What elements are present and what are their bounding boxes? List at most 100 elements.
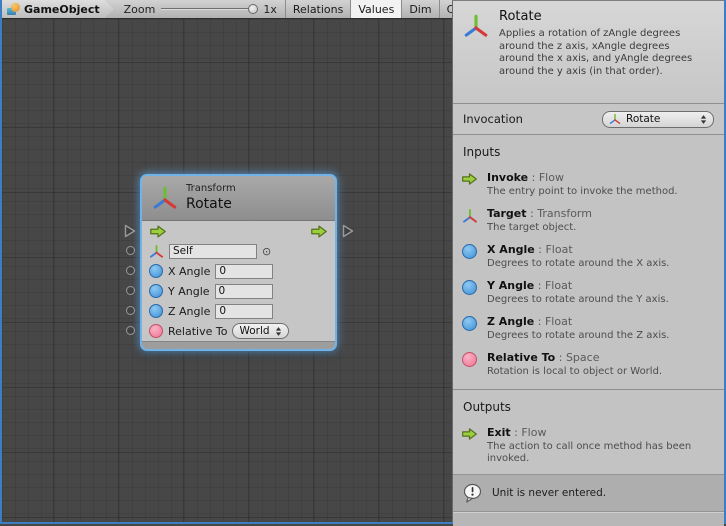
target-row: ⊙ (149, 241, 328, 261)
z-angle-input[interactable] (215, 304, 273, 319)
x-angle-port-icon[interactable] (149, 264, 163, 278)
relative-to-value: World (239, 325, 269, 337)
inputs-heading: Inputs (463, 145, 716, 159)
node-body: ⊙ X Angle Y Angle Z Angle (142, 221, 335, 341)
breadcrumb-gameobject[interactable]: GameObject (2, 0, 114, 18)
toolbar-button-values[interactable]: Values (350, 0, 401, 18)
port-type: Space (566, 351, 600, 364)
relative-to-port-icon[interactable] (149, 324, 163, 338)
dropdown-updown-icon (275, 326, 282, 337)
gameobject-icon (7, 3, 20, 16)
relative-to-label: Relative To (168, 325, 227, 338)
port-name: Target (487, 207, 527, 220)
colon: : (559, 351, 563, 364)
input-row-invoke: Invoke : Flow The entry point to invoke … (461, 171, 716, 198)
zoom-slider[interactable] (161, 4, 257, 14)
port-name: Y Angle (487, 279, 534, 292)
outputs-heading: Outputs (463, 400, 716, 414)
port-name: X Angle (487, 243, 535, 256)
relative-to-row: Relative To World (149, 321, 328, 341)
port-name: Invoke (487, 171, 528, 184)
port-name: Exit (487, 426, 511, 439)
input-row-z-angle: Z Angle : Float Degrees to rotate around… (461, 315, 716, 342)
flow-arrow-icon (461, 427, 478, 441)
node-header[interactable]: Transform Rotate (142, 176, 335, 221)
flow-row (149, 221, 328, 241)
exit-flow-port-icon[interactable] (310, 224, 328, 239)
bolt-graph-window: GameObject Zoom 1x Relations Values Dim … (0, 0, 726, 524)
z-angle-label: Z Angle (168, 305, 210, 318)
graph-canvas[interactable]: Transform Rotate (2, 19, 452, 522)
external-relative-to-port[interactable] (126, 326, 135, 335)
transform-axes-icon (152, 185, 178, 211)
unit-inspector-panel: Rotate Applies a rotation of zAngle degr… (452, 0, 724, 522)
invocation-value: Rotate (626, 113, 660, 125)
invocation-dropdown[interactable]: Rotate (602, 111, 714, 128)
port-description: Degrees to rotate around the X axis. (487, 258, 670, 270)
inputs-section: Inputs Invoke : Flow The entry point to … (453, 135, 724, 390)
port-name: Z Angle (487, 315, 534, 328)
external-target-port[interactable] (126, 246, 135, 255)
external-y-angle-port[interactable] (126, 286, 135, 295)
x-angle-label: X Angle (168, 265, 210, 278)
external-invoke-port[interactable] (124, 224, 136, 238)
zoom-label: Zoom (124, 3, 156, 16)
dropdown-updown-icon (700, 114, 707, 125)
external-z-angle-port[interactable] (126, 306, 135, 315)
port-description: The entry point to invoke the method. (487, 186, 678, 198)
invocation-label: Invocation (463, 112, 523, 126)
z-angle-port-icon[interactable] (149, 304, 163, 318)
graph-toolbar: GameObject Zoom 1x Relations Values Dim … (2, 0, 452, 19)
transform-axes-icon (463, 13, 489, 39)
y-angle-row: Y Angle (149, 281, 328, 301)
relative-to-dropdown[interactable]: World (232, 323, 288, 339)
external-exit-port[interactable] (342, 224, 354, 238)
port-type: Flow (539, 171, 564, 184)
flow-arrow-icon (461, 172, 478, 186)
float-port-icon (462, 316, 477, 331)
external-x-angle-port[interactable] (126, 266, 135, 275)
float-port-icon (462, 280, 477, 295)
colon: : (538, 243, 542, 256)
port-description: Degrees to rotate around the Z axis. (487, 330, 670, 342)
warning-box: Unit is never entered. (453, 474, 724, 512)
zoom-slider-knob[interactable] (248, 4, 258, 14)
invoke-flow-port-icon[interactable] (149, 224, 167, 239)
zoom-value: 1x (263, 3, 277, 16)
input-row-x-angle: X Angle : Float Degrees to rotate around… (461, 243, 716, 270)
node-type-label: Transform (186, 183, 236, 196)
port-type: Float (545, 279, 572, 292)
object-picker-icon[interactable]: ⊙ (262, 246, 271, 257)
toolbar-button-relations[interactable]: Relations (285, 0, 351, 18)
invocation-row: Invocation Rotate (453, 104, 724, 135)
colon: : (530, 207, 534, 220)
output-row-exit: Exit : Flow The action to call once meth… (461, 426, 716, 465)
y-angle-port-icon[interactable] (149, 284, 163, 298)
y-angle-label: Y Angle (168, 285, 210, 298)
warning-text: Unit is never entered. (492, 487, 606, 499)
float-port-icon (462, 244, 477, 259)
port-name: Relative To (487, 351, 555, 364)
transform-axes-icon (462, 208, 478, 224)
port-description: The action to call once method has been … (487, 441, 699, 465)
space-port-icon (462, 352, 477, 367)
y-angle-input[interactable] (215, 284, 273, 299)
panel-header: Rotate Applies a rotation of zAngle degr… (453, 1, 724, 104)
target-port-icon[interactable] (149, 244, 164, 259)
rotate-unit-node[interactable]: Transform Rotate (142, 176, 335, 349)
input-row-y-angle: Y Angle : Float Degrees to rotate around… (461, 279, 716, 306)
node-footer (142, 341, 335, 349)
target-self-input[interactable] (169, 244, 257, 259)
x-angle-row: X Angle (149, 261, 328, 281)
graph-region: GameObject Zoom 1x Relations Values Dim … (2, 0, 452, 522)
breadcrumb-label: GameObject (24, 3, 100, 16)
port-type: Flow (521, 426, 546, 439)
port-type: Transform (537, 207, 592, 220)
node-title: Rotate (186, 196, 236, 214)
port-type: Float (545, 315, 572, 328)
toolbar-button-dim[interactable]: Dim (401, 0, 438, 18)
panel-description: Applies a rotation of zAngle degrees aro… (499, 28, 701, 78)
outputs-section: Outputs Exit : Flow The action to call o… (453, 390, 724, 474)
x-angle-input[interactable] (215, 264, 273, 279)
port-description: Rotation is local to object or World. (487, 366, 662, 378)
